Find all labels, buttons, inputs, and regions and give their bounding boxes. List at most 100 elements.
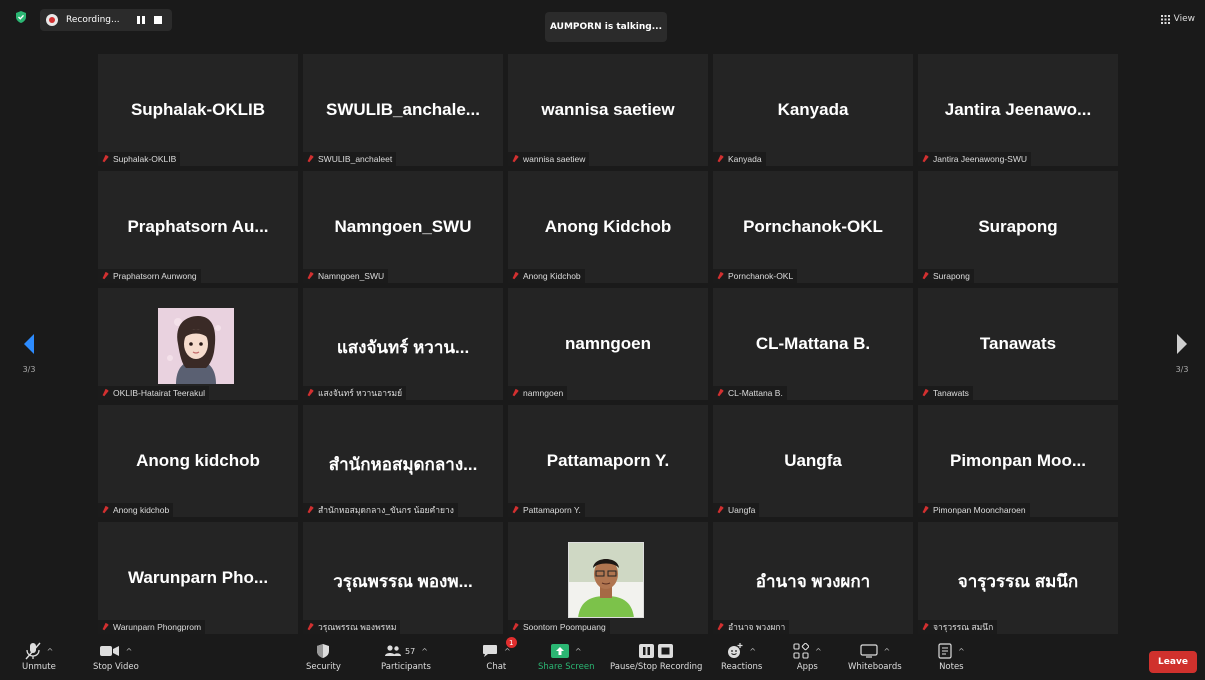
participant-name-label: Jantira Jeenawong-SWU — [933, 154, 1028, 164]
unmute-button[interactable]: ^ Unmute — [22, 640, 56, 680]
muted-mic-icon — [921, 505, 929, 515]
security-button[interactable]: Security — [306, 640, 341, 680]
chat-bubble-icon — [483, 645, 497, 657]
participants-icon — [385, 645, 402, 656]
reactions-button[interactable]: ^ Reactions — [721, 640, 762, 680]
participant-display-name: Praphatsorn Au... — [127, 217, 269, 236]
pause-recording-icon[interactable] — [136, 15, 146, 25]
participant-name-label: Uangfa — [728, 505, 756, 515]
chevron-up-icon[interactable]: ^ — [958, 647, 965, 656]
muted-mic-icon — [306, 388, 314, 398]
participant-tile[interactable]: Pornchanok-OKL Pornchanok-OKL — [713, 171, 913, 283]
participant-tile[interactable]: Pimonpan Moo... Pimonpan Mooncharoen — [918, 405, 1118, 517]
whiteboards-button[interactable]: ^ Whiteboards — [848, 640, 902, 680]
participant-name-tag: OKLIB-Hatairat Teerakul — [98, 386, 209, 400]
participant-name-label: Warunparn Phongprom — [113, 622, 202, 632]
participant-name-label: Suphalak-OKLIB — [113, 154, 177, 164]
participant-name-label: Pornchanok-OKL — [728, 271, 794, 281]
muted-mic-icon — [921, 622, 929, 632]
pause-stop-recording-button[interactable]: Pause/Stop Recording — [610, 640, 702, 680]
chevron-up-icon[interactable]: ^ — [749, 647, 756, 656]
apps-button[interactable]: ^ Apps — [793, 640, 822, 680]
participant-tile[interactable]: จารุวรรณ สมนึก จารุวรรณ สมนึก — [918, 522, 1118, 634]
muted-mic-icon — [716, 271, 724, 281]
participant-tile[interactable]: Tanawats Tanawats — [918, 288, 1118, 400]
share-screen-button[interactable]: ^ Share Screen — [538, 640, 594, 680]
view-label: View — [1173, 14, 1195, 24]
participant-name-tag: สำนักหอสมุดกลาง_ขันกร น้อยคำยาง — [303, 503, 458, 517]
participant-tile[interactable]: OKLIB-Hatairat Teerakul — [98, 288, 298, 400]
participant-tile[interactable]: อำนาจ พวงผกา อำนาจ พวงผกา — [713, 522, 913, 634]
chevron-up-icon[interactable]: ^ — [421, 647, 428, 656]
participant-name-label: SWULIB_anchaleet — [318, 154, 393, 164]
muted-mic-icon — [306, 154, 314, 164]
chevron-left-icon — [24, 334, 34, 354]
stop-recording-icon[interactable] — [153, 16, 162, 24]
participant-tile[interactable]: สำนักหอสมุดกลาง... สำนักหอสมุดกลาง_ขันกร … — [303, 405, 503, 517]
participant-tile[interactable]: Kanyada Kanyada — [713, 54, 913, 166]
participant-tile[interactable]: CL-Mattana B. CL-Mattana B. — [713, 288, 913, 400]
participant-tile[interactable]: Jantira Jeenawo... Jantira Jeenawong-SWU — [918, 54, 1118, 166]
muted-mic-icon — [511, 154, 519, 164]
participant-name-tag: Warunparn Phongprom — [98, 620, 206, 634]
view-button[interactable]: View — [1160, 14, 1195, 24]
participant-name-label: อำนาจ พวงผกา — [728, 622, 786, 632]
smiley-plus-icon — [728, 643, 743, 658]
participant-name-label: Anong Kidchob — [523, 271, 581, 281]
next-page-button[interactable]: 3/3 — [1175, 333, 1189, 374]
participant-tile[interactable]: Surapong Surapong — [918, 171, 1118, 283]
chevron-up-icon[interactable]: ^ — [575, 647, 582, 656]
active-speaker-banner: AUMPORN is talking... — [545, 12, 667, 42]
participant-tile[interactable]: Anong kidchob Anong kidchob — [98, 405, 298, 517]
participant-name-tag: แสงจันทร์ หวานอารมย์ — [303, 386, 407, 400]
participant-tile[interactable]: namngoen namngoen — [508, 288, 708, 400]
participant-tile[interactable]: Soontorn Poompuang — [508, 522, 708, 634]
muted-mic-icon — [716, 154, 724, 164]
previous-page-button[interactable]: 3/3 — [22, 333, 36, 374]
participant-tile[interactable]: Praphatsorn Au... Praphatsorn Aunwong — [98, 171, 298, 283]
leave-button[interactable]: Leave — [1149, 651, 1197, 673]
participant-tile[interactable]: วรุณพรรณ พองพ... วรุณพรรณ พองพรหม — [303, 522, 503, 634]
participant-name-tag: Kanyada — [713, 152, 766, 166]
participant-name-label: wannisa saetiew — [523, 154, 586, 164]
participant-tile[interactable]: Pattamaporn Y. Pattamaporn Y. — [508, 405, 708, 517]
participant-tile[interactable]: Uangfa Uangfa — [713, 405, 913, 517]
pause-stop-recording-label: Pause/Stop Recording — [610, 662, 703, 672]
notes-button[interactable]: ^ Notes — [938, 640, 965, 680]
participant-tile[interactable]: wannisa saetiew wannisa saetiew — [508, 54, 708, 166]
participant-name-label: CL-Mattana B. — [728, 388, 783, 398]
participant-display-name: wannisa saetiew — [541, 100, 675, 119]
muted-mic-icon — [921, 388, 929, 398]
apps-grid-icon — [793, 643, 809, 659]
participant-display-name: Pornchanok-OKL — [743, 217, 883, 236]
participant-tile[interactable]: แสงจันทร์ หวาน... แสงจันทร์ หวานอารมย์ — [303, 288, 503, 400]
share-screen-arrow-icon — [550, 644, 569, 658]
recording-indicator: Recording... — [40, 9, 172, 31]
chevron-up-icon[interactable]: ^ — [126, 647, 133, 656]
participant-display-name: Namngoen_SWU — [334, 217, 472, 236]
participants-button[interactable]: 57 ^ Participants — [381, 640, 431, 680]
shield-icon — [317, 644, 330, 658]
stop-video-button[interactable]: ^ Stop Video — [93, 640, 139, 680]
chevron-up-icon[interactable]: ^ — [47, 647, 54, 656]
chat-button[interactable]: 1 ^ Chat — [482, 637, 517, 680]
participant-tile[interactable]: SWULIB_anchale... SWULIB_anchaleet — [303, 54, 503, 166]
muted-mic-icon — [101, 505, 109, 515]
chevron-up-icon[interactable]: ^ — [884, 647, 891, 656]
muted-mic-icon — [101, 271, 109, 281]
notes-label: Notes — [939, 662, 964, 672]
notes-icon — [938, 643, 952, 659]
participant-tile[interactable]: Warunparn Pho... Warunparn Phongprom — [98, 522, 298, 634]
participant-gallery: Suphalak-OKLIB Suphalak-OKLIB SWULIB_anch… — [98, 54, 1118, 634]
chevron-up-icon[interactable]: ^ — [815, 647, 822, 656]
participant-name-label: Soontorn Poompuang — [523, 622, 606, 632]
participant-tile[interactable]: Suphalak-OKLIB Suphalak-OKLIB — [98, 54, 298, 166]
chevron-right-icon — [1177, 334, 1187, 354]
participant-tile[interactable]: Namngoen_SWU Namngoen_SWU — [303, 171, 503, 283]
security-shield-icon[interactable] — [14, 10, 28, 24]
participant-name-tag: อำนาจ พวงผกา — [713, 620, 790, 634]
participant-tile[interactable]: Anong Kidchob Anong Kidchob — [508, 171, 708, 283]
participant-display-name: Uangfa — [784, 451, 842, 470]
muted-mic-icon — [306, 622, 314, 632]
participant-name-tag: Suphalak-OKLIB — [98, 152, 181, 166]
